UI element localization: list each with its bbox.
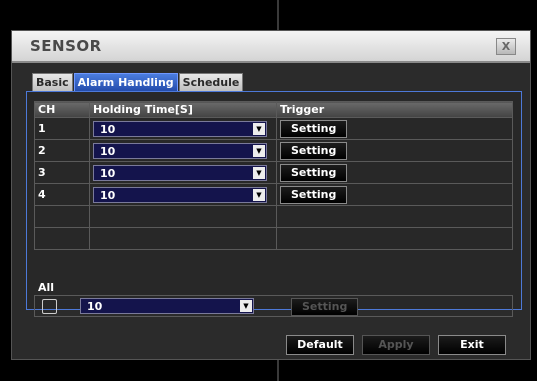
exit-button[interactable]: Exit xyxy=(438,335,506,355)
channel-number: 2 xyxy=(34,139,90,162)
holding-time-value: 10 xyxy=(100,188,116,202)
holding-time-value: 10 xyxy=(100,144,116,158)
background-divider-top xyxy=(277,0,279,30)
chevron-down-icon[interactable]: ▼ xyxy=(253,122,265,135)
alarm-handling-panel: CH Holding Time[S] Trigger 1 10 ▼ Settin… xyxy=(26,91,522,317)
background-divider-bottom xyxy=(277,358,279,381)
trigger-setting-button[interactable]: Setting xyxy=(280,141,348,160)
column-header-ch: CH xyxy=(34,101,90,118)
holding-time-select[interactable]: 10 ▼ xyxy=(93,164,267,181)
sensor-dialog: SENSOR X Basic Alarm Handling Schedule C… xyxy=(11,30,531,360)
holding-time-select[interactable]: 10 ▼ xyxy=(93,120,267,137)
title-bar: SENSOR X xyxy=(12,31,530,63)
chevron-down-icon[interactable]: ▼ xyxy=(253,166,265,179)
table-row: 3 10 ▼ Setting xyxy=(34,161,513,184)
trigger-setting-button[interactable]: Setting xyxy=(280,185,348,204)
trigger-setting-button[interactable]: Setting xyxy=(280,119,348,138)
trigger-setting-button[interactable]: Setting xyxy=(280,163,348,182)
footer-buttons: Default Apply Exit xyxy=(286,335,506,355)
holding-time-value: 10 xyxy=(100,166,116,180)
dialog-title: SENSOR xyxy=(30,37,102,55)
close-icon[interactable]: X xyxy=(496,38,516,55)
column-header-holding-time: Holding Time[S] xyxy=(89,101,277,118)
tab-basic[interactable]: Basic xyxy=(32,73,73,92)
tab-bar: Basic Alarm Handling Schedule xyxy=(32,73,244,92)
tab-schedule[interactable]: Schedule xyxy=(178,73,244,92)
chevron-down-icon[interactable]: ▼ xyxy=(240,300,252,312)
column-header-trigger: Trigger xyxy=(276,101,513,118)
all-label: All xyxy=(38,281,55,294)
chevron-down-icon[interactable]: ▼ xyxy=(253,188,265,201)
holding-time-select[interactable]: 10 ▼ xyxy=(93,186,267,203)
tab-alarm-handling[interactable]: Alarm Handling xyxy=(73,73,178,92)
empty-row xyxy=(34,227,513,250)
holding-time-value: 10 xyxy=(100,122,116,136)
all-trigger-setting-button[interactable]: Setting xyxy=(291,298,359,316)
table-row: 1 10 ▼ Setting xyxy=(34,117,513,140)
empty-row xyxy=(34,205,513,228)
all-channels-row: 10 ▼ Setting xyxy=(34,295,513,317)
all-holding-time-select[interactable]: 10 ▼ xyxy=(80,298,254,314)
chevron-down-icon[interactable]: ▼ xyxy=(253,144,265,157)
table-row: 2 10 ▼ Setting xyxy=(34,139,513,162)
default-button[interactable]: Default xyxy=(286,335,354,355)
apply-button[interactable]: Apply xyxy=(362,335,430,355)
channel-number: 1 xyxy=(34,117,90,140)
all-holding-time-value: 10 xyxy=(87,300,103,313)
channel-number: 4 xyxy=(34,183,90,206)
all-checkbox[interactable] xyxy=(42,299,57,314)
table-header-row: CH Holding Time[S] Trigger xyxy=(34,101,513,118)
holding-time-select[interactable]: 10 ▼ xyxy=(93,142,267,159)
channel-number: 3 xyxy=(34,161,90,184)
table-row: 4 10 ▼ Setting xyxy=(34,183,513,206)
sensor-table: CH Holding Time[S] Trigger 1 10 ▼ Settin… xyxy=(34,101,513,250)
